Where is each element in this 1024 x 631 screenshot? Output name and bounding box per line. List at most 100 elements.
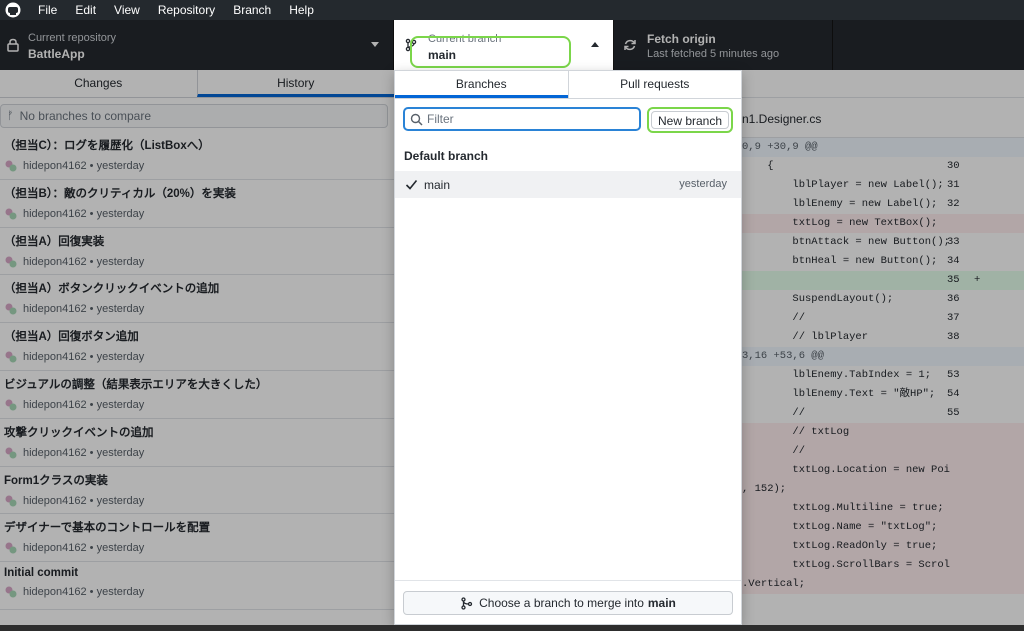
branch-filter-input[interactable]: Filter <box>403 107 641 131</box>
diff-line[interactable]: // 37 <box>742 309 1024 328</box>
line-number: 55 <box>947 407 960 419</box>
commit-author: hidepon4162 <box>23 446 87 459</box>
merge-into-branch-button[interactable]: Choose a branch to merge into main <box>403 591 733 615</box>
commit-row[interactable]: デザイナーで基本のコントロールを配置 hidepon4162 • yesterda… <box>0 514 394 563</box>
commit-author: hidepon4162 <box>23 494 87 507</box>
separator-dot: • <box>86 446 97 459</box>
new-branch-button[interactable]: New branch <box>651 111 729 129</box>
diff-line[interactable]: 35 + <box>742 271 1024 290</box>
separator-dot: • <box>86 494 97 507</box>
branch-item-main[interactable]: main yesterday <box>395 171 741 198</box>
compare-placeholder: No branches to compare <box>19 109 152 123</box>
diff-line[interactable]: // txtLog <box>742 423 1024 442</box>
commit-title: Initial commit <box>4 567 79 580</box>
commit-title: （担当B）：敵のクリティカル（20%）を実装 <box>4 187 236 200</box>
diff-code: 3,16 +53,6 @@ <box>742 350 824 362</box>
diff-hunk-header[interactable]: 3,16 +53,6 @@ <box>742 347 1024 366</box>
commit-author: hidepon4162 <box>23 351 87 364</box>
diff-line[interactable]: // <box>742 442 1024 461</box>
commit-row[interactable]: 攻撃クリックイベントの追加 hidepon4162 • yesterday <box>0 419 394 467</box>
github-logo-icon <box>4 1 22 19</box>
menu-branch[interactable]: Branch <box>233 3 271 17</box>
line-number: 35 <box>947 274 960 286</box>
diff-line[interactable]: txtLog.Name = "txtLog"; <box>742 518 1024 537</box>
menu-help[interactable]: Help <box>289 3 314 17</box>
commit-row[interactable]: Form1クラスの実装 hidepon4162 • yesterday <box>0 467 394 515</box>
diff-code: txtLog.Location = new Poi <box>742 464 950 476</box>
diff-hunk-header[interactable]: 0,9 +30,9 @@ <box>742 138 1024 157</box>
avatar-icon <box>5 351 17 363</box>
diff-line[interactable]: txtLog.Location = new Poi <box>742 461 1024 480</box>
line-number: 54 <box>947 388 960 400</box>
avatar-icon <box>5 495 17 507</box>
diff-line[interactable]: lblEnemy.TabIndex = 1; 53 <box>742 366 1024 385</box>
filter-placeholder: Filter <box>427 112 454 126</box>
branch-compare-icon: ᚠ <box>7 110 14 122</box>
left-tabs: Changes History <box>0 70 394 98</box>
commit-row[interactable]: （担当C）：ログを履歴化（ListBoxへ） hidepon4162 • yest… <box>0 132 394 180</box>
commit-row[interactable]: ビジュアルの調整（結果表示エリアを大きくした） hidepon4162 • yes… <box>0 371 394 419</box>
commit-row[interactable]: （担当B）：敵のクリティカル（20%）を実装 hidepon4162 • yest… <box>0 180 394 228</box>
diff-line[interactable]: btnHeal = new Button(); 34 <box>742 252 1024 271</box>
merge-icon <box>461 596 473 610</box>
menu-edit[interactable]: Edit <box>75 3 96 17</box>
diff-line[interactable]: , 152); <box>742 480 1024 499</box>
commit-time: yesterday <box>96 351 145 364</box>
commit-row[interactable]: （担当A）ボタンクリックイベントの追加 hidepon4162 • yesterd… <box>0 275 394 324</box>
diff-code: txtLog.Multiline = true; <box>742 502 944 514</box>
diff-code: lblEnemy.Text = "敵HP"; <box>742 388 936 400</box>
diff-code: lblEnemy.TabIndex = 1; <box>742 369 932 381</box>
line-number: 53 <box>947 369 960 381</box>
commit-meta: hidepon4162 • yesterday <box>4 585 390 599</box>
separator-dot: • <box>86 255 97 268</box>
diff-line[interactable]: btnAttack = new Button(); 33 <box>742 233 1024 252</box>
tab-pull-requests[interactable]: Pull requests <box>567 71 742 98</box>
diff-line[interactable]: txtLog.ReadOnly = true; <box>742 537 1024 556</box>
commit-row[interactable]: Initial commit hidepon4162 • yesterday <box>0 562 394 610</box>
commit-title: （担当A）回復実装 <box>4 235 105 248</box>
diff-lines: 0,9 +30,9 @@ {30 lblPlayer = new Label()… <box>742 138 1024 594</box>
menu-bar: File Edit View Repository Branch Help <box>0 0 1024 20</box>
menu-view[interactable]: View <box>114 3 140 17</box>
line-number: 34 <box>947 255 960 267</box>
tab-changes[interactable]: Changes <box>0 70 197 97</box>
diff-code: btnHeal = new Button(); <box>742 255 938 267</box>
diff-code: lblPlayer = new Label(); <box>742 179 944 191</box>
diff-line[interactable]: lblPlayer = new Label(); 31 <box>742 176 1024 195</box>
commit-title: （担当A）ボタンクリックイベントの追加 <box>4 283 220 296</box>
commit-author: hidepon4162 <box>23 586 87 599</box>
tab-branches[interactable]: Branches <box>395 71 568 98</box>
toolbar-dim-right <box>614 20 1024 70</box>
diff-line[interactable]: txtLog.Multiline = true; <box>742 499 1024 518</box>
avatar-icon <box>5 399 17 411</box>
diff-code: txtLog.ScrollBars = Scrol <box>742 559 950 571</box>
diff-line[interactable]: lblEnemy = new Label(); 32 <box>742 195 1024 214</box>
commit-title: （担当C）：ログを履歴化（ListBoxへ） <box>4 140 210 152</box>
avatar-icon <box>5 542 17 554</box>
avatar-icon <box>5 208 17 220</box>
diff-line[interactable]: txtLog = new TextBox(); <box>742 214 1024 233</box>
commit-meta: hidepon4162 • yesterday <box>4 255 390 269</box>
diff-line[interactable]: lblEnemy.Text = "敵HP"; 54 <box>742 385 1024 404</box>
chevron-up-icon <box>591 42 599 47</box>
diff-code: // <box>742 445 806 457</box>
menu-file[interactable]: File <box>38 3 57 17</box>
diff-line[interactable]: // 55 <box>742 404 1024 423</box>
diff-line[interactable]: txtLog.ScrollBars = Scrol <box>742 556 1024 575</box>
separator-dot: • <box>86 351 97 364</box>
menu-repository[interactable]: Repository <box>158 3 215 17</box>
diff-line[interactable]: {30 <box>742 157 1024 176</box>
compare-branch-field[interactable]: ᚠ No branches to compare <box>0 104 388 128</box>
commit-row[interactable]: （担当A）回復ボタン追加 hidepon4162 • yesterday <box>0 323 394 371</box>
diff-code: txtLog.Name = "txtLog"; <box>742 521 938 533</box>
commit-time: yesterday <box>96 207 145 220</box>
commit-row[interactable]: （担当A）回復実装 hidepon4162 • yesterday <box>0 228 394 276</box>
branch-updated: yesterday <box>679 178 727 190</box>
diff-line[interactable]: // lblPlayer 38 <box>742 328 1024 347</box>
diff-code: // <box>742 312 806 324</box>
commit-meta: hidepon4162 • yesterday <box>4 541 390 555</box>
avatar-icon <box>5 447 17 459</box>
diff-line[interactable]: .Vertical; <box>742 575 1024 594</box>
tab-history[interactable]: History <box>196 70 394 97</box>
diff-line[interactable]: SuspendLayout(); 36 <box>742 290 1024 309</box>
